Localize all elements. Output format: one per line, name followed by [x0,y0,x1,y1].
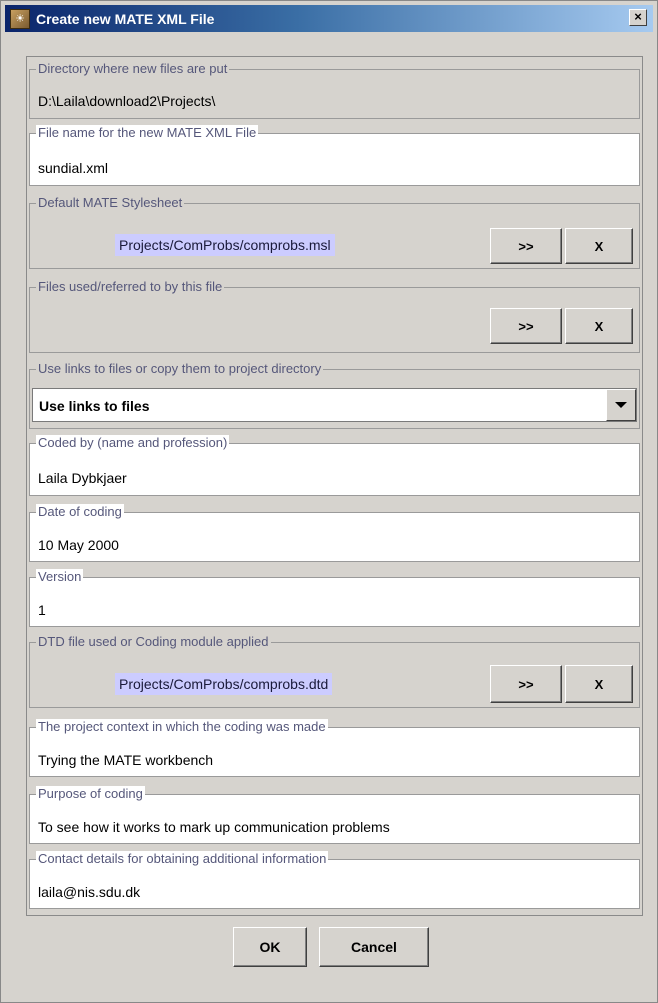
dtd-browse-button[interactable]: >> [490,665,562,703]
dtd-group: DTD file used or Coding module applied P… [29,634,640,708]
directory-group: Directory where new files are put D:\Lai… [29,61,640,119]
purpose-label: Purpose of coding [36,786,145,801]
links-selected: Use links to files [39,398,150,414]
cancel-button[interactable]: Cancel [319,927,429,967]
purpose-group: Purpose of coding To see how it works to… [29,786,640,844]
dtd-label: DTD file used or Coding module applied [36,634,271,649]
coded-by-input[interactable]: Laila Dybkjaer [38,470,127,486]
coded-by-group: Coded by (name and profession) Laila Dyb… [29,435,640,496]
date-group: Date of coding 10 May 2000 [29,504,640,562]
filename-label: File name for the new MATE XML File [36,125,259,140]
referred-clear-button[interactable]: X [565,308,633,344]
links-dropdown[interactable]: Use links to files [32,388,637,422]
stylesheet-group: Default MATE Stylesheet Projects/ComProb… [29,195,640,269]
referred-browse-button[interactable]: >> [490,308,562,344]
close-icon[interactable]: × [629,9,647,26]
contact-input[interactable]: laila@nis.sdu.dk [38,884,140,900]
context-group: The project context in which the coding … [29,719,640,777]
referred-files-group: Files used/referred to by this file >> X [29,279,640,353]
date-label: Date of coding [36,504,124,519]
filename-group: File name for the new MATE XML File sund… [29,125,640,186]
contact-group: Contact details for obtaining additional… [29,851,640,909]
dtd-path: Projects/ComProbs/comprobs.dtd [115,673,333,695]
directory-label: Directory where new files are put [36,61,230,76]
version-label: Version [36,569,84,584]
version-input[interactable]: 1 [38,602,46,618]
form-panel: Directory where new files are put D:\Lai… [26,56,643,916]
stylesheet-label: Default MATE Stylesheet [36,195,185,210]
title-bar[interactable]: ☀ Create new MATE XML File × [5,5,653,32]
filename-input[interactable]: sundial.xml [38,160,108,176]
directory-value: D:\Laila\download2\Projects\ [38,93,216,109]
coded-by-label: Coded by (name and profession) [36,435,230,450]
stylesheet-path: Projects/ComProbs/comprobs.msl [115,234,335,256]
date-input[interactable]: 10 May 2000 [38,537,119,553]
stylesheet-clear-button[interactable]: X [565,228,633,264]
contact-label: Contact details for obtaining additional… [36,851,329,866]
dtd-clear-button[interactable]: X [565,665,633,703]
chevron-down-icon[interactable] [606,389,636,421]
window-title: Create new MATE XML File [36,10,215,27]
links-group: Use links to files or copy them to proje… [29,361,640,429]
referred-files-label: Files used/referred to by this file [36,279,225,294]
dialog-window: ☀ Create new MATE XML File × Directory w… [0,0,658,1003]
app-icon: ☀ [10,8,30,29]
links-label: Use links to files or copy them to proje… [36,361,324,376]
stylesheet-browse-button[interactable]: >> [490,228,562,264]
purpose-input[interactable]: To see how it works to mark up communica… [38,819,390,835]
context-label: The project context in which the coding … [36,719,328,734]
version-group: Version 1 [29,569,640,627]
ok-button[interactable]: OK [233,927,307,967]
context-input[interactable]: Trying the MATE workbench [38,752,213,768]
